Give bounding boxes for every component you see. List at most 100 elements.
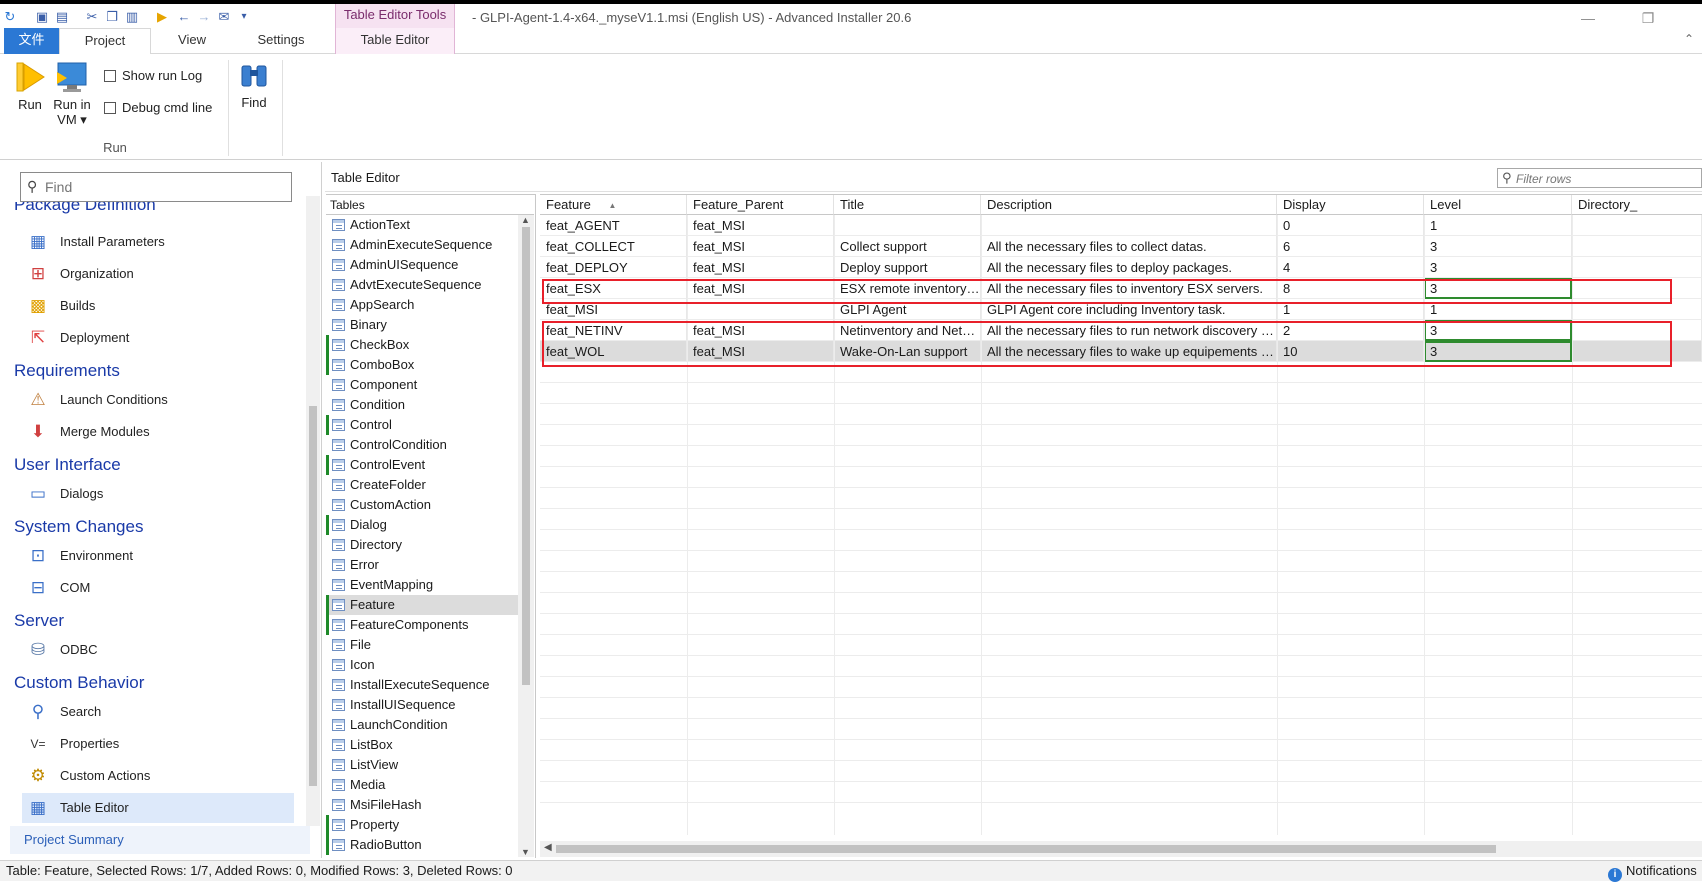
save-icon[interactable]: ▣ (34, 10, 50, 24)
table-list-item[interactable]: Directory (326, 535, 518, 555)
nav-item-organization[interactable]: ⊞ Organization (22, 259, 294, 289)
table-list-item[interactable]: Control (326, 415, 518, 435)
table-list-item[interactable]: CreateFolder (326, 475, 518, 495)
nav-item-com[interactable]: ⊟ COM (22, 573, 294, 603)
nav-item-table-editor[interactable]: ▦ Table Editor (22, 793, 294, 823)
run-button[interactable]: Run (12, 60, 48, 112)
save-as-icon[interactable]: ▤ (54, 10, 70, 24)
table-list-item[interactable]: AdminUISequence (326, 255, 518, 275)
column-header-description[interactable]: Description (981, 195, 1277, 215)
nav-item-deployment[interactable]: ⇱ Deployment (22, 323, 294, 353)
scroll-down-icon[interactable]: ▼ (521, 847, 530, 857)
redo-icon[interactable]: → (196, 10, 212, 24)
collapse-ribbon-icon[interactable]: ⌃ (1684, 32, 1694, 46)
column-header-feature-parent[interactable]: Feature_Parent (687, 195, 834, 215)
column-header-feature[interactable]: Feature ▲ (540, 195, 687, 215)
table-list-item[interactable]: AdminExecuteSequence (326, 235, 518, 255)
cell-display[interactable]: 0 (1277, 215, 1424, 236)
cell-feature[interactable]: feat_AGENT (540, 215, 687, 236)
cell-parent[interactable]: feat_MSI (687, 236, 834, 257)
table-list-item[interactable]: LaunchCondition (326, 715, 518, 735)
filter-rows-input[interactable] (1516, 171, 1696, 186)
find-button[interactable]: Find (238, 60, 270, 110)
copy-icon[interactable]: ❐ (104, 10, 120, 24)
cell-title[interactable]: Deploy support (834, 257, 981, 278)
nav-item-search[interactable]: ⚲ Search (22, 697, 294, 727)
cell-directory[interactable] (1572, 215, 1702, 236)
scrollbar-thumb[interactable] (522, 227, 530, 685)
table-list-item[interactable]: EventMapping (326, 575, 518, 595)
table-row[interactable]: feat_COLLECT feat_MSI Collect support All t… (540, 236, 1702, 257)
table-list-item[interactable]: Component (326, 375, 518, 395)
table-list-item[interactable]: Error (326, 555, 518, 575)
column-header-title[interactable]: Title (834, 195, 981, 215)
table-list-item[interactable]: CustomAction (326, 495, 518, 515)
cell-display[interactable]: 6 (1277, 236, 1424, 257)
cut-icon[interactable]: ✂ (84, 10, 100, 24)
cell-level[interactable]: 3 (1424, 257, 1572, 278)
project-summary-link[interactable]: Project Summary (10, 826, 310, 854)
table-list-item[interactable]: InstallExecuteSequence (326, 675, 518, 695)
nav-item-merge-modules[interactable]: ⬇ Merge Modules (22, 417, 294, 447)
table-list-item[interactable]: InstallUISequence (326, 695, 518, 715)
minimize-button[interactable]: — (1568, 8, 1608, 28)
tab-file[interactable]: 文件 (4, 28, 59, 54)
tab-table-editor[interactable]: Table Editor (335, 28, 455, 54)
email-icon[interactable]: ✉ (216, 10, 232, 24)
table-list-item[interactable]: Property (326, 815, 518, 835)
scroll-left-icon[interactable]: ◀ (544, 842, 552, 853)
paste-icon[interactable]: ▥ (124, 10, 140, 24)
debug-cmd-line-checkbox[interactable]: Debug cmd line (104, 100, 212, 115)
cell-feature[interactable]: feat_DEPLOY (540, 257, 687, 278)
cell-level[interactable]: 1 (1424, 215, 1572, 236)
column-header-directory[interactable]: Directory_ (1572, 195, 1702, 215)
app-logo-icon[interactable]: ↻ (2, 10, 18, 24)
checkbox-box[interactable] (104, 70, 116, 82)
nav-item-launch-conditions[interactable]: ⚠ Launch Conditions (22, 385, 294, 415)
filter-rows-box[interactable]: ⚲ (1497, 168, 1702, 188)
table-list-item[interactable]: Binary (326, 315, 518, 335)
table-list-item[interactable]: Media (326, 775, 518, 795)
customize-toolbar-icon[interactable]: ▾ (236, 10, 252, 24)
find-search-box[interactable]: ⚲ (20, 172, 292, 202)
scrollbar-thumb[interactable] (309, 406, 317, 786)
scroll-up-icon[interactable]: ▲ (521, 215, 530, 225)
column-header-display[interactable]: Display (1277, 195, 1424, 215)
cell-feature[interactable]: feat_COLLECT (540, 236, 687, 257)
table-list-item[interactable]: MsiFileHash (326, 795, 518, 815)
table-list-item[interactable]: ListView (326, 755, 518, 775)
nav-item-odbc[interactable]: ⛁ ODBC (22, 635, 294, 665)
notifications-button[interactable]: i Notifications (1608, 861, 1702, 882)
cell-title[interactable] (834, 215, 981, 236)
nav-item-install-parameters[interactable]: ▦ Install Parameters (22, 227, 294, 257)
scrollbar-thumb[interactable] (556, 845, 1496, 853)
cell-level[interactable]: 3 (1424, 236, 1572, 257)
find-input[interactable] (45, 177, 285, 197)
nav-item-dialogs[interactable]: ▭ Dialogs (22, 479, 294, 509)
table-list-item[interactable]: ListBox (326, 735, 518, 755)
nav-item-builds[interactable]: ▩ Builds (22, 291, 294, 321)
build-icon[interactable]: ▶ (154, 10, 170, 24)
table-list-item[interactable]: ActionText (326, 215, 518, 235)
restore-button[interactable]: ❐ (1628, 8, 1668, 28)
table-list-item[interactable]: AdvtExecuteSequence (326, 275, 518, 295)
undo-icon[interactable]: ← (176, 10, 192, 24)
table-list-item[interactable]: Dialog (326, 515, 518, 535)
table-list-item[interactable]: Icon (326, 655, 518, 675)
cell-description[interactable] (981, 215, 1277, 236)
table-list-item[interactable]: ComboBox (326, 355, 518, 375)
table-list-item[interactable]: RadioButton (326, 835, 518, 855)
table-list-item[interactable]: AppSearch (326, 295, 518, 315)
left-pane-scrollbar[interactable] (306, 196, 320, 826)
nav-item-properties[interactable]: V= Properties (22, 729, 294, 759)
cell-description[interactable]: All the necessary files to collect datas… (981, 236, 1277, 257)
table-list-item[interactable]: ControlEvent (326, 455, 518, 475)
table-list-item[interactable]: FeatureComponents (326, 615, 518, 635)
checkbox-box[interactable] (104, 102, 116, 114)
table-row[interactable]: feat_DEPLOY feat_MSI Deploy support All the… (540, 257, 1702, 278)
cell-description[interactable]: All the necessary files to deploy packag… (981, 257, 1277, 278)
table-list-item[interactable]: File (326, 635, 518, 655)
tables-scrollbar[interactable]: ▲ ▼ (518, 215, 534, 857)
table-list-item[interactable]: Feature (326, 595, 518, 615)
cell-title[interactable]: Collect support (834, 236, 981, 257)
